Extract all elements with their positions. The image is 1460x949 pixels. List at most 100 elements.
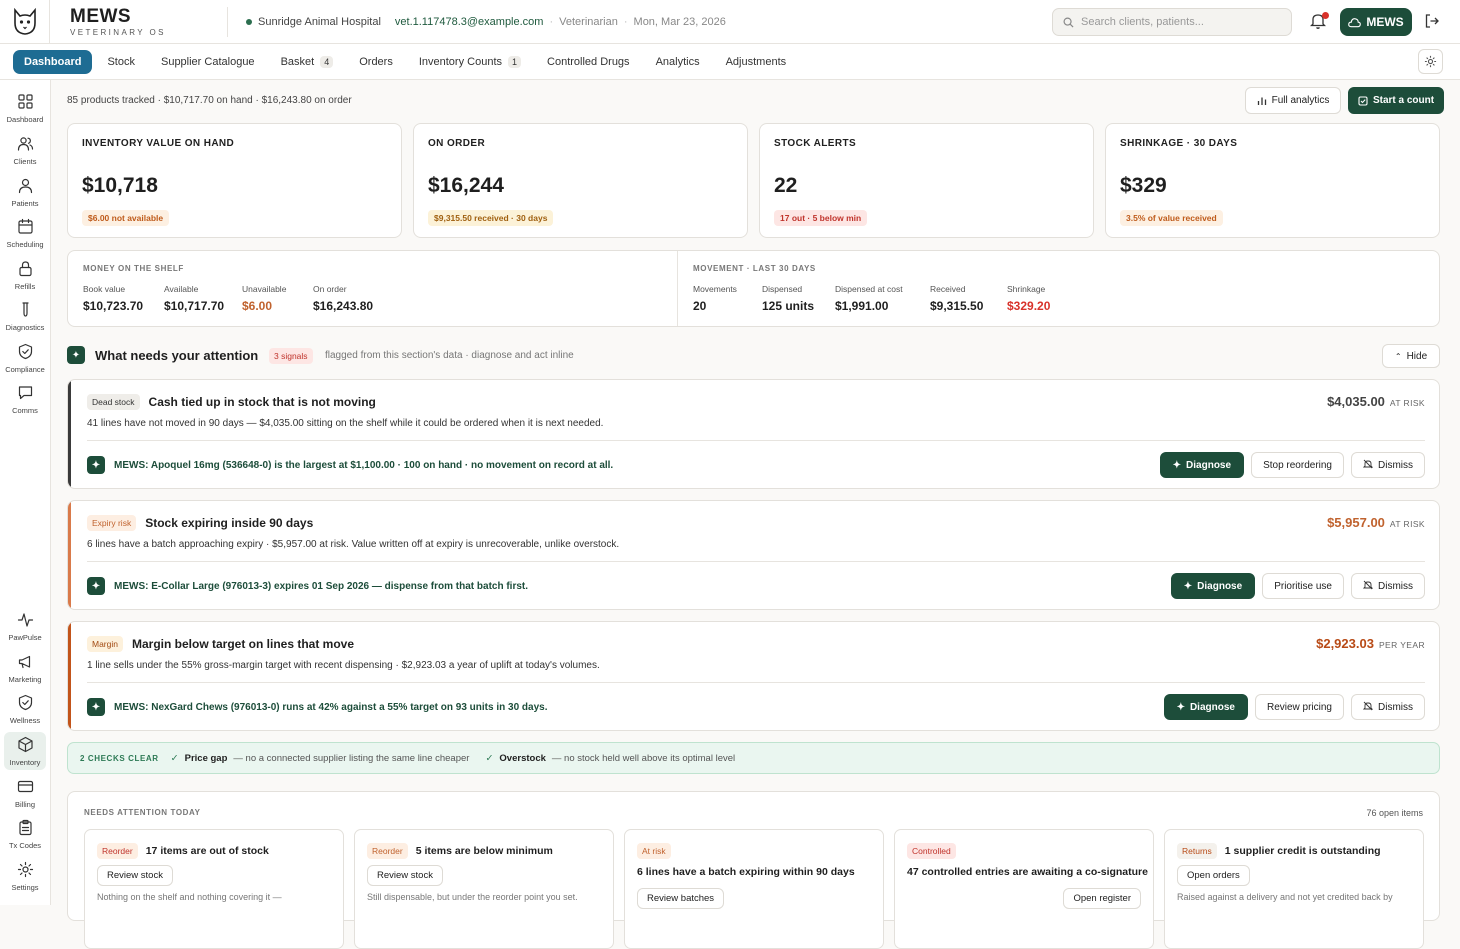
start-count-button[interactable]: Start a count — [1348, 87, 1444, 114]
sidebar-item-marketing[interactable]: Marketing — [4, 649, 46, 687]
stat-value: 20 — [693, 299, 707, 313]
attention-item-button-label: Review stock — [107, 870, 163, 881]
attention-item-card[interactable]: Reorder 17 items are out of stock Review s… — [84, 829, 344, 949]
sidebar-item-pawpulse[interactable]: PawPulse — [4, 607, 46, 645]
signal-description: 41 lines have not moved in 90 days — $4,… — [87, 418, 604, 429]
sidebar-item-patients[interactable]: Patients — [4, 173, 46, 211]
sidebar-item-billing[interactable]: Billing — [4, 774, 46, 812]
dismiss-button[interactable]: Dismiss — [1351, 694, 1425, 720]
sidebar-item-label: Marketing — [8, 674, 42, 684]
secondary-action-button[interactable]: Review pricing — [1254, 694, 1344, 720]
settings-gear-icon[interactable] — [1418, 49, 1443, 74]
tab-stock[interactable]: Stock — [96, 50, 146, 74]
diagnose-button[interactable]: ✦ Diagnose — [1170, 573, 1256, 599]
sidebar-item-settings[interactable]: Settings — [4, 857, 46, 895]
attention-item-card[interactable]: Controlled 47 controlled entries are awai… — [894, 829, 1154, 949]
attention-item-button-label: Open register — [1073, 893, 1131, 904]
sidebar-item-tx-codes[interactable]: Tx Codes — [4, 815, 46, 853]
attention-item-button[interactable]: Review stock — [97, 865, 173, 886]
sidebar-item-scheduling[interactable]: Scheduling — [4, 214, 46, 252]
attention-item-button-label: Open orders — [1187, 870, 1240, 881]
tab-label: Supplier Catalogue — [160, 55, 255, 68]
section-tabs: Dashboard Stock Supplier Catalogue Basket 4 O… — [0, 44, 1460, 80]
signals-badge: 3 signals — [269, 348, 313, 364]
tab-basket[interactable]: Basket 4 — [270, 50, 345, 74]
sidebar-item-wellness[interactable]: Wellness — [4, 690, 46, 728]
search-input[interactable]: Search clients, patients... — [1052, 8, 1292, 36]
sidebar-item-diagnostics[interactable]: Diagnostics — [4, 297, 46, 335]
bell-off-icon — [1362, 580, 1374, 593]
stat-label: Unavailable — [242, 284, 287, 294]
signal-title: Margin below target on lines that move — [131, 637, 355, 651]
brand: MEWS VETERINARY OS — [50, 6, 228, 37]
attention-item-card[interactable]: Reorder 5 items are below minimum Review s… — [354, 829, 614, 949]
movement-stat: Dispensed at cost $1,991.00 — [835, 284, 903, 313]
stat-value: $16,243.80 — [313, 299, 374, 313]
attention-item-button[interactable]: Open orders — [1177, 865, 1250, 886]
signal-description: 1 line sells under the 55% gross-margin … — [87, 660, 600, 671]
mews-assistant-button[interactable]: MEWS — [1340, 8, 1412, 36]
diagnose-button[interactable]: ✦ Diagnose — [1159, 452, 1245, 478]
sidebar-item-refills[interactable]: Refills — [4, 256, 46, 294]
tab-label: Basket — [280, 55, 315, 68]
tab-orders[interactable]: Orders — [348, 50, 404, 74]
attention-header: ✦ What needs your attention 3 signals fl… — [67, 344, 1440, 368]
checkbox-icon — [1358, 95, 1368, 106]
sidebar-item-comms[interactable]: Comms — [4, 380, 46, 418]
signal-amount: $4,035.00 AT RISK — [1327, 394, 1425, 409]
kpi-pill: $6.00 not available — [82, 210, 170, 226]
sidebar-item-inventory[interactable]: Inventory — [4, 732, 46, 770]
mews-insight: ✦ MEWS: Apoquel 16mg (536648-0) is the la… — [87, 456, 613, 474]
full-analytics-label: Full analytics — [1271, 95, 1330, 106]
signal-title-row: Expiry risk Stock expiring inside 90 days — [87, 515, 313, 531]
tab-inventory-counts[interactable]: Inventory Counts 1 — [408, 50, 532, 74]
sidebar-item-label: PawPulse — [8, 632, 42, 642]
signal-title: Stock expiring inside 90 days — [145, 516, 314, 530]
divider — [677, 251, 678, 326]
tab-controlled-drugs[interactable]: Controlled Drugs — [536, 50, 641, 74]
user-email[interactable]: vet.1.117478.3@example.com — [395, 16, 544, 28]
secondary-action-button[interactable]: Prioritise use — [1262, 573, 1344, 599]
signal-tag: Expiry risk — [87, 515, 137, 531]
sidebar-item-clients[interactable]: Clients — [4, 131, 46, 169]
kpi-card[interactable]: ON ORDER $16,244 $9,315.50 received · 30 d… — [413, 123, 748, 238]
kpi-label: INVENTORY VALUE ON HAND — [82, 138, 235, 149]
kpi-card[interactable]: STOCK ALERTS 22 17 out · 5 below min — [759, 123, 1094, 238]
attention-item-tag: Returns — [1177, 843, 1217, 859]
attention-item-tag: Controlled — [907, 843, 956, 859]
tab-analytics[interactable]: Analytics — [645, 50, 711, 74]
signal-accent-bar — [68, 501, 71, 609]
signal-title-row: Margin Margin below target on lines that … — [87, 636, 354, 652]
diagnose-button[interactable]: ✦ Diagnose — [1163, 694, 1248, 720]
hide-button[interactable]: ⌃ Hide — [1382, 344, 1440, 368]
box-icon — [17, 736, 34, 755]
sidebar-item-dashboard[interactable]: Dashboard — [4, 89, 46, 127]
attention-item-button[interactable]: Review stock — [367, 865, 443, 886]
secondary-action-button[interactable]: Stop reordering — [1251, 452, 1344, 478]
attention-item-button[interactable]: Open register — [1063, 888, 1141, 909]
check-desc: — no a connected supplier listing the sa… — [233, 752, 470, 764]
full-analytics-button[interactable]: Full analytics — [1245, 87, 1341, 114]
attention-item-button[interactable]: Review batches — [637, 888, 725, 909]
dismiss-button[interactable]: Dismiss — [1351, 573, 1425, 599]
attention-item-card[interactable]: At risk 6 lines have a batch expiring wit… — [624, 829, 884, 949]
tab-adjustments[interactable]: Adjustments — [715, 50, 798, 74]
megaphone-icon — [17, 653, 34, 672]
logout-icon[interactable] — [1424, 13, 1440, 32]
sidebar-item-compliance[interactable]: Compliance — [4, 339, 46, 377]
attention-item-head: Reorder 5 items are below minimum — [367, 843, 553, 859]
kpi-card[interactable]: SHRINKAGE · 30 DAYS $329 3.5% of value rec… — [1105, 123, 1440, 238]
tab-dashboard[interactable]: Dashboard — [13, 49, 93, 74]
kpi-card[interactable]: INVENTORY VALUE ON HAND $10,718 $6.00 not … — [67, 123, 402, 238]
secondary-action-label: Stop reordering — [1263, 459, 1332, 471]
tab-supplier-catalogue[interactable]: Supplier Catalogue — [150, 50, 266, 74]
attention-item-button-label: Review stock — [377, 870, 433, 881]
attention-item-subtext: Raised against a delivery and not yet cr… — [1177, 892, 1393, 902]
divider — [87, 561, 1425, 562]
cat-logo-icon[interactable] — [0, 0, 50, 44]
attention-item-title: 6 lines have a batch expiring within 90 … — [637, 866, 855, 878]
user-icon — [17, 177, 34, 196]
attention-item-card[interactable]: Returns 1 supplier credit is outstanding O… — [1164, 829, 1424, 949]
hospital-name[interactable]: Sunridge Animal Hospital — [258, 16, 381, 28]
dismiss-button[interactable]: Dismiss — [1351, 452, 1425, 478]
